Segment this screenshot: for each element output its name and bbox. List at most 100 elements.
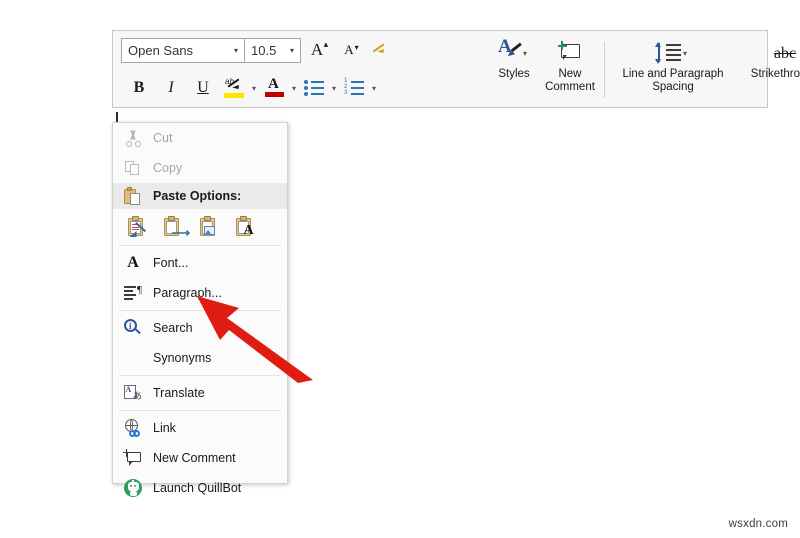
context-menu-item-launch-quillbot[interactable]: Launch QuillBot — [113, 473, 287, 503]
font-size-dropdown[interactable]: 10.5 ▾ — [245, 37, 301, 63]
italic-icon: I — [168, 79, 174, 96]
context-menu-item-synonyms-label: Synonyms — [153, 351, 212, 365]
new-comment-glyph — [557, 38, 582, 68]
paste-picture-button[interactable] — [191, 211, 227, 241]
search-icon: i — [113, 319, 153, 337]
context-menu-item-new-comment-label: New Comment — [153, 451, 236, 465]
styles-button[interactable]: A ▾ Styles — [488, 31, 540, 109]
paste-keep-text-only-icon: A — [235, 215, 256, 238]
quillbot-icon — [113, 479, 153, 497]
styles-icon: A — [498, 37, 522, 64]
grow-font-label: A — [310, 40, 324, 59]
clipboard-icon — [113, 186, 153, 206]
context-menu-item-font-label: Font... — [153, 256, 189, 270]
context-menu-item-cut-label: Cut — [153, 131, 173, 145]
paste-keep-source-formatting-button[interactable] — [119, 211, 155, 241]
grow-font-icon: A ▴ — [310, 39, 329, 59]
translate-icon: A → あ — [124, 384, 142, 401]
paste-picture-icon — [199, 215, 220, 237]
paste-merge-formatting-button[interactable]: ⟶ — [155, 211, 191, 241]
strikethrough-button[interactable]: abc Strikethrough — [737, 31, 800, 109]
context-menu-divider — [119, 375, 281, 376]
bold-icon: B — [133, 79, 145, 96]
chevron-down-icon[interactable]: ▾ — [371, 84, 379, 93]
copy-icon — [113, 160, 153, 177]
font-name-dropdown[interactable]: Open Sans ▾ — [121, 37, 245, 63]
paste-keep-source-formatting-icon — [127, 215, 148, 237]
underline-button[interactable]: U — [187, 73, 219, 103]
context-menu-item-paragraph-label: Paragraph... — [153, 286, 222, 300]
context-menu-divider — [119, 245, 281, 246]
chevron-down-icon[interactable]: ▾ — [228, 39, 244, 62]
shrink-font-icon: A ▾ — [344, 42, 359, 57]
highlighter-icon: ab — [224, 77, 246, 99]
chevron-down-icon[interactable]: ▾ — [522, 47, 530, 60]
strikethrough-glyph: abc — [774, 38, 796, 68]
context-menu-item-search[interactable]: i Search — [113, 313, 287, 343]
context-menu: Cut Copy Paste Options: ⟶ A A Font... ¶ … — [112, 122, 288, 497]
chevron-down-icon[interactable]: ▾ — [331, 84, 339, 93]
shrink-font-button[interactable]: A ▾ — [333, 35, 365, 65]
paste-keep-text-only-button[interactable]: A — [227, 211, 263, 241]
context-menu-item-copy[interactable]: Copy — [113, 153, 287, 183]
context-menu-item-font[interactable]: A Font... — [113, 248, 287, 278]
context-menu-divider — [119, 410, 281, 411]
shrink-font-label: A — [344, 42, 354, 57]
text-highlight-color-button[interactable]: ab — [219, 73, 251, 103]
context-menu-item-cut[interactable]: Cut — [113, 123, 287, 153]
line-paragraph-spacing-icon — [655, 42, 682, 64]
new-comment-button[interactable]: New Comment — [540, 31, 600, 109]
font-size-value: 10.5 — [251, 42, 277, 58]
bullet-list-icon — [304, 79, 326, 97]
font-color-icon: A — [265, 76, 285, 99]
format-painter-button[interactable] — [365, 35, 397, 65]
line-paragraph-spacing-button-label: Line and Paragraph Spacing — [622, 68, 724, 93]
bullets-button[interactable] — [299, 73, 331, 103]
context-menu-item-link-label: Link — [153, 421, 176, 435]
context-menu-paste-options-header: Paste Options: — [113, 183, 287, 209]
font-icon: A — [127, 254, 139, 271]
toolbar-large-buttons: A ▾ Styles New Comment ▾ Line and Paragr… — [488, 31, 800, 109]
numbered-list-icon: 1 2 3 — [344, 78, 366, 97]
mini-formatting-toolbar: Open Sans ▾ 10.5 ▾ A ▴ A ▾ B I U ab ▾ A … — [112, 30, 800, 108]
font-color-label: A — [268, 76, 279, 92]
context-menu-item-translate[interactable]: A → あ Translate — [113, 378, 287, 408]
line-paragraph-spacing-glyph: ▾ — [655, 38, 690, 68]
chevron-down-icon[interactable]: ▾ — [284, 39, 300, 62]
grow-font-button[interactable]: A ▴ — [301, 35, 333, 65]
strikethrough-abc-label: abc — [773, 44, 797, 62]
context-menu-divider — [119, 310, 281, 311]
paste-options-label: Paste Options: — [153, 189, 242, 203]
paste-merge-formatting-icon: ⟶ — [163, 215, 190, 239]
context-menu-item-copy-label: Copy — [153, 161, 183, 175]
link-icon — [113, 419, 153, 437]
new-comment-icon — [557, 41, 582, 64]
bold-button[interactable]: B — [123, 73, 155, 103]
line-paragraph-spacing-button[interactable]: ▾ Line and Paragraph Spacing — [609, 31, 737, 109]
font-color-button[interactable]: A — [259, 73, 291, 103]
new-comment-button-label: New Comment — [545, 68, 595, 93]
strikethrough-button-label: Strikethrough — [750, 68, 800, 80]
format-painter-icon — [371, 39, 391, 61]
styles-button-label: Styles — [498, 68, 530, 80]
chevron-right-icon[interactable]: ▸ — [271, 354, 287, 363]
scissors-icon — [113, 129, 153, 147]
underline-icon: U — [197, 79, 209, 96]
context-menu-item-paragraph[interactable]: ¶ Paragraph... — [113, 278, 287, 308]
strikethrough-icon: abc — [773, 44, 797, 62]
context-menu-item-launch-quillbot-label: Launch QuillBot — [153, 481, 242, 495]
italic-button[interactable]: I — [155, 73, 187, 103]
watermark: wsxdn.com — [728, 518, 788, 530]
styles-glyph: A ▾ — [498, 37, 530, 68]
context-menu-item-translate-label: Translate — [153, 386, 205, 400]
paragraph-icon: ¶ — [113, 285, 153, 301]
context-menu-item-synonyms[interactable]: Synonyms ▸ — [113, 343, 287, 373]
context-menu-item-new-comment[interactable]: New Comment — [113, 443, 287, 473]
toolbar-divider — [604, 42, 605, 98]
numbering-button[interactable]: 1 2 3 — [339, 73, 371, 103]
chevron-down-icon[interactable]: ▾ — [682, 47, 690, 60]
context-menu-item-link[interactable]: Link — [113, 413, 287, 443]
chevron-down-icon[interactable]: ▾ — [291, 84, 299, 93]
chevron-down-icon[interactable]: ▾ — [251, 84, 259, 93]
context-menu-item-search-label: Search — [153, 321, 193, 335]
